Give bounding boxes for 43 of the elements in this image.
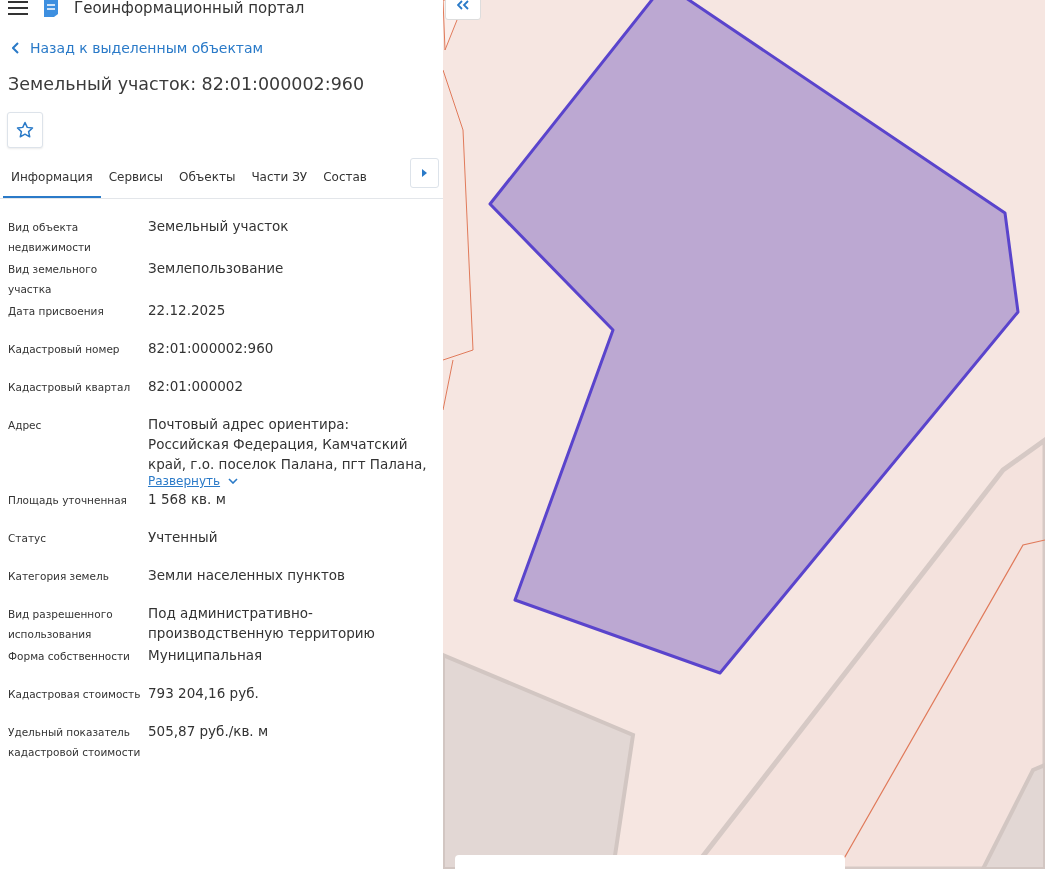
property-label: Вид земельного участка bbox=[8, 262, 99, 297]
expand-link[interactable]: Развернуть bbox=[148, 474, 239, 488]
property-value: 22.12.2025 bbox=[148, 301, 227, 320]
object-title: Земельный участок: 82:01:000002:960 bbox=[8, 74, 366, 94]
menu-icon[interactable] bbox=[8, 1, 28, 15]
property-label: Дата присвоения bbox=[8, 304, 105, 319]
caret-icon bbox=[422, 169, 427, 177]
portal-title: Геоинформационный портал bbox=[74, 0, 305, 17]
tab[interactable]: Информация bbox=[3, 158, 101, 198]
star-icon bbox=[16, 121, 34, 139]
back-link[interactable]: Назад к выделенным объектам bbox=[12, 40, 443, 56]
property-value: Учтенный bbox=[148, 528, 219, 547]
property-label: Категория земель bbox=[8, 569, 110, 584]
tab[interactable]: Состав bbox=[315, 158, 375, 198]
property-label: Форма собственности bbox=[8, 649, 131, 664]
property-value: 793 204,16 руб. bbox=[148, 684, 260, 703]
tab[interactable]: Сервисы bbox=[100, 158, 171, 198]
tab[interactable]: Объекты bbox=[170, 158, 244, 198]
property-label: Кадастровая стоимость bbox=[8, 687, 142, 702]
property-value: Земли населенных пунктов bbox=[148, 566, 347, 585]
property-label: Кадастровый номер bbox=[8, 342, 121, 357]
property-value: 82:01:000002:960 bbox=[148, 339, 275, 358]
property-value: Землепользование bbox=[148, 259, 285, 278]
property-label: Удельный показатель кадастровой стоимости bbox=[8, 725, 142, 760]
property-label: Статус bbox=[8, 531, 47, 546]
tab[interactable]: Части ЗУ bbox=[243, 158, 316, 198]
property-label: Вид разрешенного использования bbox=[8, 607, 114, 642]
property-label: Кадастровый квартал bbox=[8, 380, 132, 395]
favorite-button[interactable] bbox=[7, 112, 43, 148]
property-label: Адрес bbox=[8, 418, 43, 433]
property-value: 82:01:000002 bbox=[148, 377, 244, 396]
property-value: Земельный участок bbox=[148, 217, 290, 236]
tabs-scroll-button[interactable] bbox=[410, 158, 439, 188]
property-value: Под административно-производственную территорию bbox=[148, 604, 376, 643]
property-value: 505,87 руб./кв. м bbox=[148, 722, 270, 741]
property-value: Почтовый адрес ориентира: Российская Федерация, Камчатский край, г.о. поселок Палана, пгт Палана, bbox=[148, 415, 428, 474]
property-value: 1 568 кв. м bbox=[148, 490, 227, 509]
chevron-down-icon bbox=[228, 478, 239, 484]
property-value: Муниципальная bbox=[148, 646, 264, 665]
double-chevron-left-icon bbox=[457, 0, 469, 10]
property-label: Вид объекта недвижимости bbox=[8, 220, 92, 255]
property-label: Площадь уточненная bbox=[8, 493, 128, 508]
chevron-left-icon bbox=[12, 42, 20, 54]
